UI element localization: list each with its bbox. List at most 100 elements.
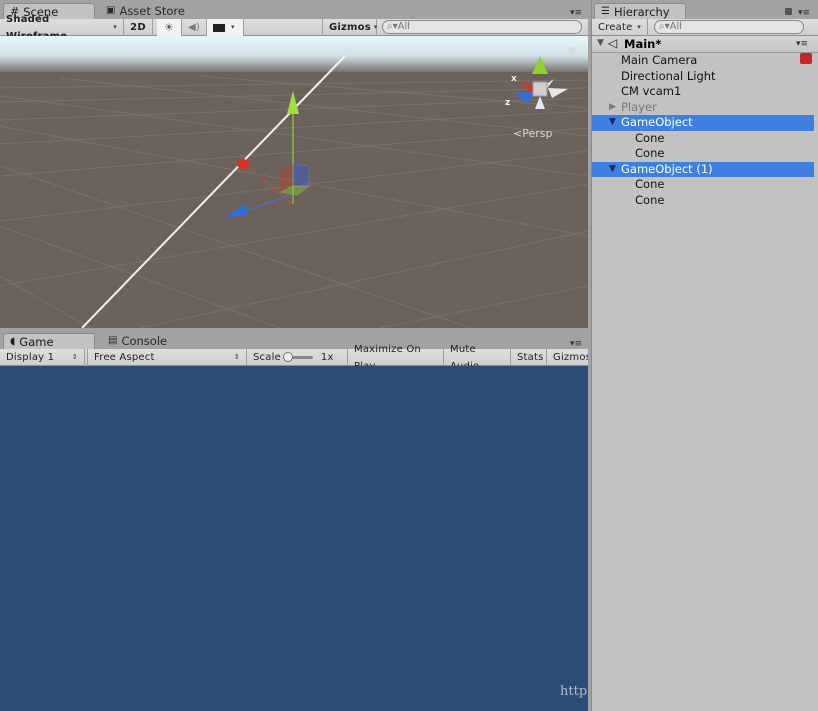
create-dropdown[interactable]: Create ▾	[592, 19, 648, 36]
projection-toggle[interactable]: <Persp	[513, 127, 552, 140]
hierarchy-panel: ☰ Hierarchy ▾≡ Create ▾ ⌕▾All ▼ ◁ Main* …	[591, 0, 818, 711]
skybox	[0, 36, 588, 72]
toggle-2d-label: 2D	[130, 22, 146, 33]
search-icon: ⌕▾	[387, 21, 398, 32]
gizmos-dropdown[interactable]: Gizmos ▾	[322, 19, 377, 36]
tab-game[interactable]: ◖ Game	[3, 333, 95, 349]
lighting-toggle[interactable]: ☀	[157, 19, 182, 36]
scene-view[interactable]: x z <Persp	[0, 36, 588, 328]
stats-toggle[interactable]: Stats	[511, 349, 547, 366]
search-placeholder: All	[669, 21, 683, 32]
gizmo-center-cube[interactable]	[532, 81, 548, 97]
gizmo-x-label: x	[511, 74, 517, 84]
hierarchy-item-label: GameObject	[621, 115, 693, 129]
game-gizmos-toggle[interactable]: Gizmos	[547, 349, 592, 366]
hierarchy-item[interactable]: Directional Light	[592, 69, 814, 85]
lock-icon[interactable]	[785, 8, 792, 15]
expanded-triangle-icon[interactable]: ▼	[609, 115, 616, 131]
tab-hierarchy-label: Hierarchy	[613, 4, 670, 19]
camera-warning-icon	[800, 53, 812, 64]
updown-arrow-icon: ⇕	[233, 353, 240, 361]
gizmo-z-label: z	[505, 98, 510, 108]
yz-plane-handle[interactable]	[292, 163, 310, 187]
toggle-2d-button[interactable]: 2D	[124, 19, 153, 36]
hierarchy-item-label: Cone	[635, 177, 665, 191]
hierarchy-item-label: GameObject (1)	[621, 161, 713, 176]
expanded-triangle-icon[interactable]: ▼	[609, 162, 616, 178]
hierarchy-item[interactable]: CM vcam1	[592, 84, 814, 100]
hierarchy-item[interactable]: ▼ GameObject (1)	[592, 161, 814, 178]
dropdown-arrow-icon: ▾	[637, 23, 641, 31]
collapsed-triangle-icon[interactable]: ▶	[609, 100, 616, 116]
x-axis-arrow-icon[interactable]	[237, 159, 249, 169]
speaker-icon: ◀)	[188, 22, 200, 33]
scene-toolbar: Shaded Wireframe ▾ 2D ☀ ◀) ▾ Gizmos ▾ ⌕▾…	[0, 14, 588, 42]
scene-menu-icon[interactable]: ▾≡	[796, 39, 808, 49]
slider-thumb[interactable]	[282, 352, 293, 362]
aspect-dropdown[interactable]: Free Aspect ⇕	[87, 349, 247, 366]
console-icon: ▤	[108, 335, 118, 346]
hierarchy-toolbar: Create ▾ ⌕▾All	[592, 19, 818, 36]
slider-track[interactable]	[282, 352, 313, 362]
dropdown-arrow-icon: ▾	[231, 23, 235, 31]
scale-slider[interactable]: Scale 1x	[247, 349, 348, 366]
scale-value: 1x	[320, 352, 334, 363]
tab-console-label: Console	[121, 334, 168, 348]
updown-arrow-icon: ⇕	[71, 353, 78, 361]
perspective-icon: <	[513, 127, 523, 140]
hierarchy-item-label: Directional Light	[621, 68, 716, 83]
create-label: Create	[598, 22, 633, 33]
hierarchy-item[interactable]: Cone	[592, 177, 814, 193]
hierarchy-search-input[interactable]: ⌕▾All	[654, 20, 804, 34]
scale-label: Scale	[253, 352, 281, 363]
watermark-text: http	[560, 684, 588, 699]
hierarchy-item-label: Cone	[635, 130, 665, 145]
game-toolbar: Display 1 ⇕ Free Aspect ⇕ Scale 1x Maxim…	[0, 344, 592, 372]
stats-label: Stats	[517, 352, 544, 363]
aspect-label: Free Aspect	[94, 352, 155, 363]
scene-search-input[interactable]: ⌕▾All	[382, 20, 582, 34]
hierarchy-item[interactable]: ▶ Player	[592, 100, 814, 116]
dropdown-arrow-icon: ▾	[113, 23, 117, 31]
scene-name: Main*	[624, 37, 662, 51]
panel-menu-icon[interactable]: ▾≡	[570, 8, 582, 18]
tab-hierarchy[interactable]: ☰ Hierarchy	[594, 3, 686, 19]
tab-console[interactable]: ▤ Console	[102, 333, 192, 349]
list-icon: ☰	[601, 5, 610, 17]
panel-menu-icon[interactable]: ▾≡	[570, 339, 582, 349]
tab-asset-store[interactable]: ▣ Asset Store	[100, 3, 200, 19]
pacman-icon: ◖	[10, 335, 16, 347]
dropdown-arrow-icon: ▾	[373, 23, 378, 31]
search-placeholder: All	[397, 21, 411, 32]
display-dropdown[interactable]: Display 1 ⇕	[0, 349, 85, 366]
hierarchy-item-label: Cone	[635, 192, 665, 207]
lock-icon[interactable]	[568, 47, 575, 55]
maximize-on-play-toggle[interactable]: Maximize On Play	[348, 344, 444, 372]
panel-menu-icon[interactable]: ▾≡	[798, 8, 810, 18]
effects-dropdown[interactable]: ▾	[207, 19, 244, 36]
gizmos-label: Gizmos	[329, 22, 371, 33]
mute-audio-toggle[interactable]: Mute Audio	[444, 344, 511, 372]
search-icon: ⌕▾	[659, 21, 670, 32]
shopping-bag-icon: ▣	[106, 5, 116, 16]
hierarchy-item[interactable]: Main Camera	[592, 53, 814, 69]
scene-canvas: x z	[0, 36, 588, 328]
hierarchy-item[interactable]: Cone	[592, 146, 814, 162]
tab-asset-store-label: Asset Store	[119, 4, 185, 18]
hierarchy-item[interactable]: Cone	[592, 131, 814, 147]
audio-toggle[interactable]: ◀)	[182, 19, 207, 36]
sun-icon: ☀	[163, 21, 175, 34]
game-gizmos-label: Gizmos	[553, 352, 592, 363]
hierarchy-item[interactable]: Cone	[592, 193, 814, 209]
draw-mode-dropdown[interactable]: Shaded Wireframe ▾	[0, 14, 124, 42]
game-view[interactable]: http	[0, 366, 588, 711]
hierarchy-item-label: Cone	[635, 146, 665, 160]
hierarchy-item[interactable]: ▼ GameObject	[592, 115, 814, 131]
display-label: Display 1	[6, 352, 55, 363]
scene-header-row[interactable]: ▼ ◁ Main* ▾≡	[592, 36, 818, 53]
hierarchy-tab-bar: ☰ Hierarchy ▾≡	[592, 0, 818, 19]
hierarchy-item-label: Main Camera	[621, 53, 698, 67]
hierarchy-item-label: Player	[621, 99, 657, 114]
expand-triangle-icon[interactable]: ▼	[597, 38, 604, 48]
unity-scene-icon: ◁	[608, 36, 618, 50]
